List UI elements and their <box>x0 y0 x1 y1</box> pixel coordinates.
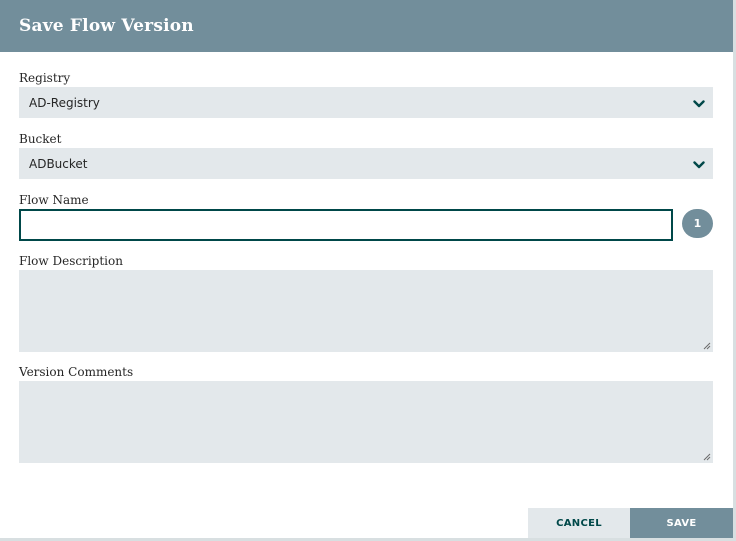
registry-label: Registry <box>19 71 71 85</box>
version-comments-textarea[interactable] <box>19 381 713 463</box>
dialog-title: Save Flow Version <box>19 16 194 36</box>
bucket-select[interactable]: ADBucket <box>19 148 713 179</box>
cancel-button[interactable]: CANCEL <box>528 508 630 538</box>
chevron-down-icon <box>693 100 705 108</box>
registry-select-value: AD-Registry <box>29 95 100 110</box>
save-button[interactable]: SAVE <box>630 508 733 538</box>
flow-description-label: Flow Description <box>19 254 123 268</box>
chevron-down-icon <box>693 161 705 169</box>
save-flow-version-dialog: Save Flow Version Registry AD-Registry B… <box>0 0 736 541</box>
dialog-footer: CANCEL SAVE <box>528 508 733 538</box>
dialog-header: Save Flow Version <box>0 0 733 52</box>
flow-description-textarea[interactable] <box>19 270 713 352</box>
bucket-label: Bucket <box>19 132 62 146</box>
flow-name-input[interactable] <box>19 209 673 241</box>
bucket-select-value: ADBucket <box>29 156 88 171</box>
flow-description-wrapper <box>19 270 713 352</box>
flow-name-label: Flow Name <box>19 193 89 207</box>
registry-select[interactable]: AD-Registry <box>19 87 713 118</box>
version-comments-wrapper <box>19 381 713 463</box>
version-comments-label: Version Comments <box>19 365 134 379</box>
flow-name-count-badge: 1 <box>682 209 713 238</box>
